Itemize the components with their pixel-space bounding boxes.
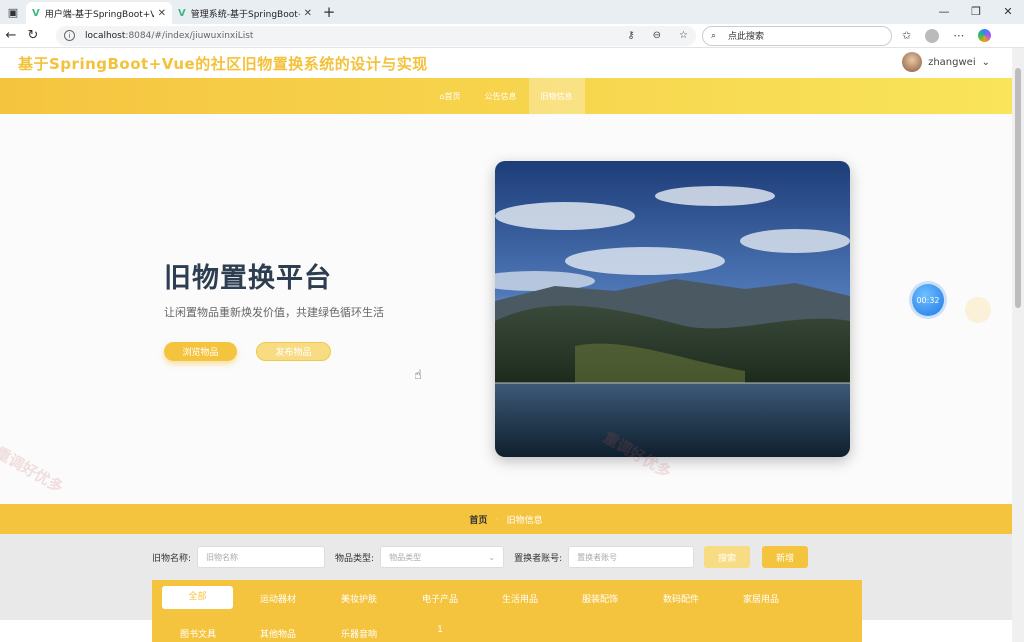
category-item[interactable]: 生活用品 bbox=[490, 592, 550, 605]
restore-icon[interactable]: ❐ bbox=[960, 0, 992, 24]
add-button[interactable]: 新增 bbox=[762, 546, 809, 568]
copilot-icon[interactable] bbox=[978, 29, 992, 42]
new-tab-button[interactable]: + bbox=[318, 3, 340, 21]
browser-search-field[interactable]: ⌕ 点此搜索 bbox=[702, 25, 892, 46]
zoom-icon[interactable]: ⊖ bbox=[653, 30, 661, 41]
category-item[interactable]: 乐器音响 bbox=[329, 627, 389, 640]
search-placeholder: 点此搜索 bbox=[728, 32, 765, 42]
category-item[interactable]: 家居用品 bbox=[731, 592, 791, 605]
address-bar: ← ↻ i localhost:8084/#/index/jiuwuxinxiL… bbox=[0, 24, 1024, 48]
page-scrollbar[interactable] bbox=[1012, 48, 1024, 642]
category-extra: 1 bbox=[437, 625, 443, 635]
profile-icon[interactable] bbox=[925, 28, 940, 43]
username: zhangwei bbox=[928, 56, 976, 68]
user-menu[interactable]: zhangwei ⌄ bbox=[902, 52, 990, 72]
back-icon[interactable]: ← bbox=[0, 28, 22, 43]
category-item[interactable]: 数码配件 bbox=[651, 592, 711, 605]
hero-section: 旧物置换平台 让闲置物品重新焕发价值，共建绿色循环生活 浏览物品 发布物品 00… bbox=[0, 114, 1012, 504]
publish-button[interactable]: 发布物品 bbox=[256, 342, 331, 361]
tab-title: 管理系统-基于SpringBoot+Vue的 bbox=[190, 9, 300, 20]
breadcrumb-home[interactable]: 首页 bbox=[469, 513, 487, 526]
search-button[interactable]: 搜索 bbox=[704, 546, 751, 568]
close-window-icon[interactable]: ✕ bbox=[992, 0, 1024, 24]
site-title: 基于SpringBoot+Vue的社区旧物置换系统的设计与实现 bbox=[18, 54, 428, 73]
breadcrumb-separator: - bbox=[495, 514, 499, 524]
more-icon[interactable]: ⋯ bbox=[953, 29, 964, 42]
landscape-picture bbox=[495, 161, 850, 457]
category-all[interactable]: 全部 bbox=[162, 586, 233, 609]
category-item[interactable]: 运动器材 bbox=[248, 592, 308, 605]
type-label: 物品类型: bbox=[335, 553, 375, 564]
hero-landscape-image bbox=[495, 161, 850, 457]
url-field[interactable]: i localhost:8084/#/index/jiuwuxinxiList … bbox=[56, 25, 696, 46]
tab-title: 用户端-基于SpringBoot+Vue的社 bbox=[44, 9, 154, 20]
browser-tabbar: ▣ V 用户端-基于SpringBoot+Vue的社 ✕ V 管理系统-基于Sp… bbox=[0, 0, 1024, 24]
account-label: 置换者账号: bbox=[514, 553, 563, 564]
search-icon: ⌕ bbox=[711, 30, 717, 41]
menu-home[interactable]: ⌂首页 bbox=[427, 78, 472, 114]
decorative-dot bbox=[965, 297, 991, 323]
info-icon[interactable]: i bbox=[64, 30, 75, 41]
name-input[interactable]: 旧物名称 bbox=[197, 546, 326, 568]
vue-icon: V bbox=[178, 7, 186, 19]
browse-button[interactable]: 浏览物品 bbox=[164, 342, 237, 361]
category-item[interactable]: 图书文具 bbox=[168, 627, 228, 640]
chevron-down-icon: ⌄ bbox=[981, 56, 990, 68]
hand-cursor-icon: ☝ bbox=[414, 368, 422, 383]
tab-actions-icon[interactable]: ▣ bbox=[0, 0, 26, 24]
menu-notice[interactable]: 公告信息 bbox=[473, 78, 529, 114]
category-panel: 全部 运动器材 美妆护肤 电子产品 生活用品 服装配饰 数码配件 家居用品 图书… bbox=[152, 580, 862, 642]
chevron-down-icon: ⌄ bbox=[488, 552, 496, 562]
account-input[interactable]: 置换者账号 bbox=[568, 546, 695, 568]
close-icon[interactable]: ✕ bbox=[304, 8, 312, 19]
key-icon[interactable]: ⚷ bbox=[627, 30, 634, 41]
favorites-icon[interactable]: ✩ bbox=[902, 29, 911, 42]
close-icon[interactable]: ✕ bbox=[158, 8, 166, 19]
site-header: 基于SpringBoot+Vue的社区旧物置换系统的设计与实现 zhangwei… bbox=[0, 48, 1012, 78]
category-area: 全部 运动器材 美妆护肤 电子产品 生活用品 服装配饰 数码配件 家居用品 图书… bbox=[0, 580, 1012, 642]
filter-bar: 旧物名称: 旧物名称 物品类型: 物品类型 ⌄ 置换者账号: 置换者账号 搜索 … bbox=[0, 534, 1012, 580]
web-page: 基于SpringBoot+Vue的社区旧物置换系统的设计与实现 zhangwei… bbox=[0, 48, 1012, 642]
breadcrumb-current: 旧物信息 bbox=[506, 515, 543, 526]
category-item[interactable]: 电子产品 bbox=[410, 592, 470, 605]
url-path: :8084/#/index/jiuwuxinxiList bbox=[125, 30, 254, 41]
scrollbar-thumb[interactable] bbox=[1015, 68, 1021, 308]
hero-subtitle: 让闲置物品重新焕发价值，共建绿色循环生活 bbox=[164, 306, 384, 319]
minimize-icon[interactable]: — bbox=[928, 0, 960, 24]
vue-icon: V bbox=[32, 7, 40, 19]
type-select[interactable]: 物品类型 ⌄ bbox=[380, 546, 505, 568]
main-menu: ⌂首页 公告信息 旧物信息 bbox=[0, 78, 1012, 114]
url-host: localhost bbox=[85, 30, 126, 41]
category-item[interactable]: 美妆护肤 bbox=[329, 592, 389, 605]
star-icon[interactable]: ☆ bbox=[679, 30, 688, 41]
watermark: 重调好优多 bbox=[0, 443, 67, 497]
reload-icon[interactable]: ↻ bbox=[22, 28, 44, 43]
category-item[interactable]: 其他物品 bbox=[248, 627, 308, 640]
type-placeholder: 物品类型 bbox=[389, 552, 422, 562]
category-item[interactable]: 服装配饰 bbox=[570, 592, 630, 605]
timer-badge[interactable]: 00:32 bbox=[912, 284, 944, 316]
browser-tab-user[interactable]: V 用户端-基于SpringBoot+Vue的社 ✕ bbox=[26, 2, 172, 24]
avatar bbox=[902, 52, 923, 72]
window-controls: — ❐ ✕ bbox=[928, 0, 1024, 24]
breadcrumb: 首页 - 旧物信息 bbox=[0, 504, 1012, 534]
browser-tab-admin[interactable]: V 管理系统-基于SpringBoot+Vue的 ✕ bbox=[172, 2, 318, 24]
name-label: 旧物名称: bbox=[152, 553, 192, 564]
menu-items[interactable]: 旧物信息 bbox=[528, 78, 585, 114]
hero-title: 旧物置换平台 bbox=[164, 263, 332, 294]
